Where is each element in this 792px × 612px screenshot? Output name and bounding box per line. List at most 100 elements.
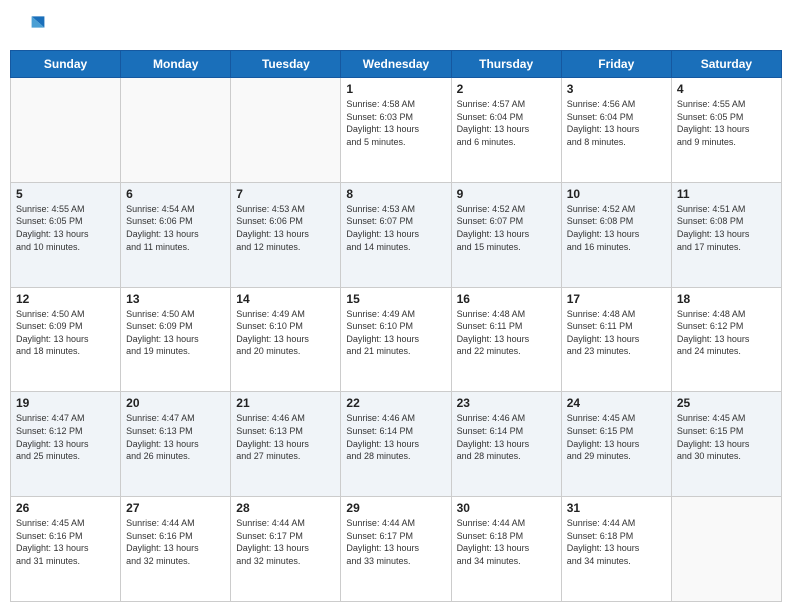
calendar-cell [231,78,341,183]
day-number: 4 [677,82,776,96]
calendar-cell: 18 Sunrise: 4:48 AM Sunset: 6:12 PM Dayli… [671,287,781,392]
calendar-week-row: 12 Sunrise: 4:50 AM Sunset: 6:09 PM Dayli… [11,287,782,392]
calendar-cell: 16Sunrise: 4:48 AM Sunset: 6:11 PM Dayli… [451,287,561,392]
day-info: Sunrise: 4:44 AM Sunset: 6:17 PM Dayligh… [236,517,335,567]
calendar-cell: 27 Sunrise: 4:44 AM Sunset: 6:16 PM Dayli… [121,497,231,602]
calendar-cell: 10 Sunrise: 4:52 AM Sunset: 6:08 PM Dayli… [561,182,671,287]
calendar-cell: 9 Sunrise: 4:52 AM Sunset: 6:07 PM Daylig… [451,182,561,287]
calendar-cell: 29 Sunrise: 4:44 AM Sunset: 6:17 PM Dayli… [341,497,451,602]
calendar-cell: 7 Sunrise: 4:53 AM Sunset: 6:06 PM Daylig… [231,182,341,287]
day-info: Sunrise: 4:55 AM Sunset: 6:05 PM Dayligh… [16,203,115,253]
day-number: 19 [16,396,115,410]
day-number: 21 [236,396,335,410]
weekday-header: Wednesday [341,51,451,78]
day-info: Sunrise: 4:49 AM Sunset: 6:10 PM Dayligh… [346,308,445,358]
calendar-cell [671,497,781,602]
day-number: 28 [236,501,335,515]
day-info: Sunrise: 4:44 AM Sunset: 6:16 PM Dayligh… [126,517,225,567]
day-number: 9 [457,187,556,201]
calendar-cell: 2 Sunrise: 4:57 AM Sunset: 6:04 PM Daylig… [451,78,561,183]
day-info: Sunrise: 4:52 AM Sunset: 6:07 PM Dayligh… [457,203,556,253]
weekday-header: Tuesday [231,51,341,78]
calendar-cell: 1 Sunrise: 4:58 AM Sunset: 6:03 PM Daylig… [341,78,451,183]
day-info: Sunrise: 4:51 AM Sunset: 6:08 PM Dayligh… [677,203,776,253]
calendar-week-row: 5 Sunrise: 4:55 AM Sunset: 6:05 PM Daylig… [11,182,782,287]
calendar-week-row: 1 Sunrise: 4:58 AM Sunset: 6:03 PM Daylig… [11,78,782,183]
day-info: Sunrise: 4:52 AM Sunset: 6:08 PM Dayligh… [567,203,666,253]
day-number: 22 [346,396,445,410]
weekday-header: Saturday [671,51,781,78]
calendar-header-row: SundayMondayTuesdayWednesdayThursdayFrid… [11,51,782,78]
weekday-header: Thursday [451,51,561,78]
day-number: 7 [236,187,335,201]
day-number: 12 [16,292,115,306]
day-number: 10 [567,187,666,201]
calendar-cell: 19Sunrise: 4:47 AM Sunset: 6:12 PM Dayli… [11,392,121,497]
calendar-cell: 17 Sunrise: 4:48 AM Sunset: 6:11 PM Dayli… [561,287,671,392]
calendar-cell [121,78,231,183]
day-number: 27 [126,501,225,515]
day-info: Sunrise: 4:53 AM Sunset: 6:07 PM Dayligh… [346,203,445,253]
day-number: 16 [457,292,556,306]
calendar-body: 1 Sunrise: 4:58 AM Sunset: 6:03 PM Daylig… [11,78,782,602]
day-info: Sunrise: 4:45 AM Sunset: 6:16 PM Dayligh… [16,517,115,567]
day-number: 14 [236,292,335,306]
day-number: 1 [346,82,445,96]
day-info: Sunrise: 4:46 AM Sunset: 6:14 PM Dayligh… [346,412,445,462]
weekday-header: Friday [561,51,671,78]
day-info: Sunrise: 4:50 AM Sunset: 6:09 PM Dayligh… [16,308,115,358]
day-info: Sunrise: 4:45 AM Sunset: 6:15 PM Dayligh… [677,412,776,462]
day-number: 20 [126,396,225,410]
weekday-header: Monday [121,51,231,78]
day-number: 31 [567,501,666,515]
day-info: Sunrise: 4:53 AM Sunset: 6:06 PM Dayligh… [236,203,335,253]
day-number: 5 [16,187,115,201]
day-number: 15 [346,292,445,306]
calendar-cell: 15 Sunrise: 4:49 AM Sunset: 6:10 PM Dayli… [341,287,451,392]
calendar-cell: 21Sunrise: 4:46 AM Sunset: 6:13 PM Dayli… [231,392,341,497]
calendar-cell: 14 Sunrise: 4:49 AM Sunset: 6:10 PM Dayli… [231,287,341,392]
calendar-cell: 25 Sunrise: 4:45 AM Sunset: 6:15 PM Dayli… [671,392,781,497]
day-number: 8 [346,187,445,201]
calendar-cell: 5 Sunrise: 4:55 AM Sunset: 6:05 PM Daylig… [11,182,121,287]
day-info: Sunrise: 4:45 AM Sunset: 6:15 PM Dayligh… [567,412,666,462]
logo [14,10,50,42]
day-info: Sunrise: 4:49 AM Sunset: 6:10 PM Dayligh… [236,308,335,358]
day-number: 29 [346,501,445,515]
calendar-cell [11,78,121,183]
day-number: 25 [677,396,776,410]
day-number: 30 [457,501,556,515]
day-info: Sunrise: 4:55 AM Sunset: 6:05 PM Dayligh… [677,98,776,148]
day-number: 2 [457,82,556,96]
calendar-cell: 30 Sunrise: 4:44 AM Sunset: 6:18 PM Dayli… [451,497,561,602]
day-info: Sunrise: 4:57 AM Sunset: 6:04 PM Dayligh… [457,98,556,148]
day-info: Sunrise: 4:44 AM Sunset: 6:18 PM Dayligh… [567,517,666,567]
calendar-cell: 13Sunrise: 4:50 AM Sunset: 6:09 PM Dayli… [121,287,231,392]
day-number: 6 [126,187,225,201]
calendar-cell: 28 Sunrise: 4:44 AM Sunset: 6:17 PM Dayli… [231,497,341,602]
calendar-week-row: 19Sunrise: 4:47 AM Sunset: 6:12 PM Dayli… [11,392,782,497]
day-info: Sunrise: 4:56 AM Sunset: 6:04 PM Dayligh… [567,98,666,148]
day-number: 13 [126,292,225,306]
calendar-cell: 22 Sunrise: 4:46 AM Sunset: 6:14 PM Dayli… [341,392,451,497]
day-info: Sunrise: 4:58 AM Sunset: 6:03 PM Dayligh… [346,98,445,148]
day-info: Sunrise: 4:47 AM Sunset: 6:13 PM Dayligh… [126,412,225,462]
calendar-cell: 4 Sunrise: 4:55 AM Sunset: 6:05 PM Daylig… [671,78,781,183]
calendar-cell: 24Sunrise: 4:45 AM Sunset: 6:15 PM Dayli… [561,392,671,497]
day-info: Sunrise: 4:44 AM Sunset: 6:18 PM Dayligh… [457,517,556,567]
day-number: 18 [677,292,776,306]
day-info: Sunrise: 4:48 AM Sunset: 6:11 PM Dayligh… [567,308,666,358]
calendar-cell: 23Sunrise: 4:46 AM Sunset: 6:14 PM Dayli… [451,392,561,497]
day-number: 17 [567,292,666,306]
logo-icon [14,10,46,42]
day-info: Sunrise: 4:48 AM Sunset: 6:12 PM Dayligh… [677,308,776,358]
calendar-week-row: 26Sunrise: 4:45 AM Sunset: 6:16 PM Dayli… [11,497,782,602]
calendar-cell: 3Sunrise: 4:56 AM Sunset: 6:04 PM Daylig… [561,78,671,183]
day-info: Sunrise: 4:44 AM Sunset: 6:17 PM Dayligh… [346,517,445,567]
calendar-cell: 8 Sunrise: 4:53 AM Sunset: 6:07 PM Daylig… [341,182,451,287]
header [10,10,782,42]
calendar-cell: 11 Sunrise: 4:51 AM Sunset: 6:08 PM Dayli… [671,182,781,287]
page: SundayMondayTuesdayWednesdayThursdayFrid… [0,0,792,612]
day-number: 11 [677,187,776,201]
calendar-cell: 26Sunrise: 4:45 AM Sunset: 6:16 PM Dayli… [11,497,121,602]
